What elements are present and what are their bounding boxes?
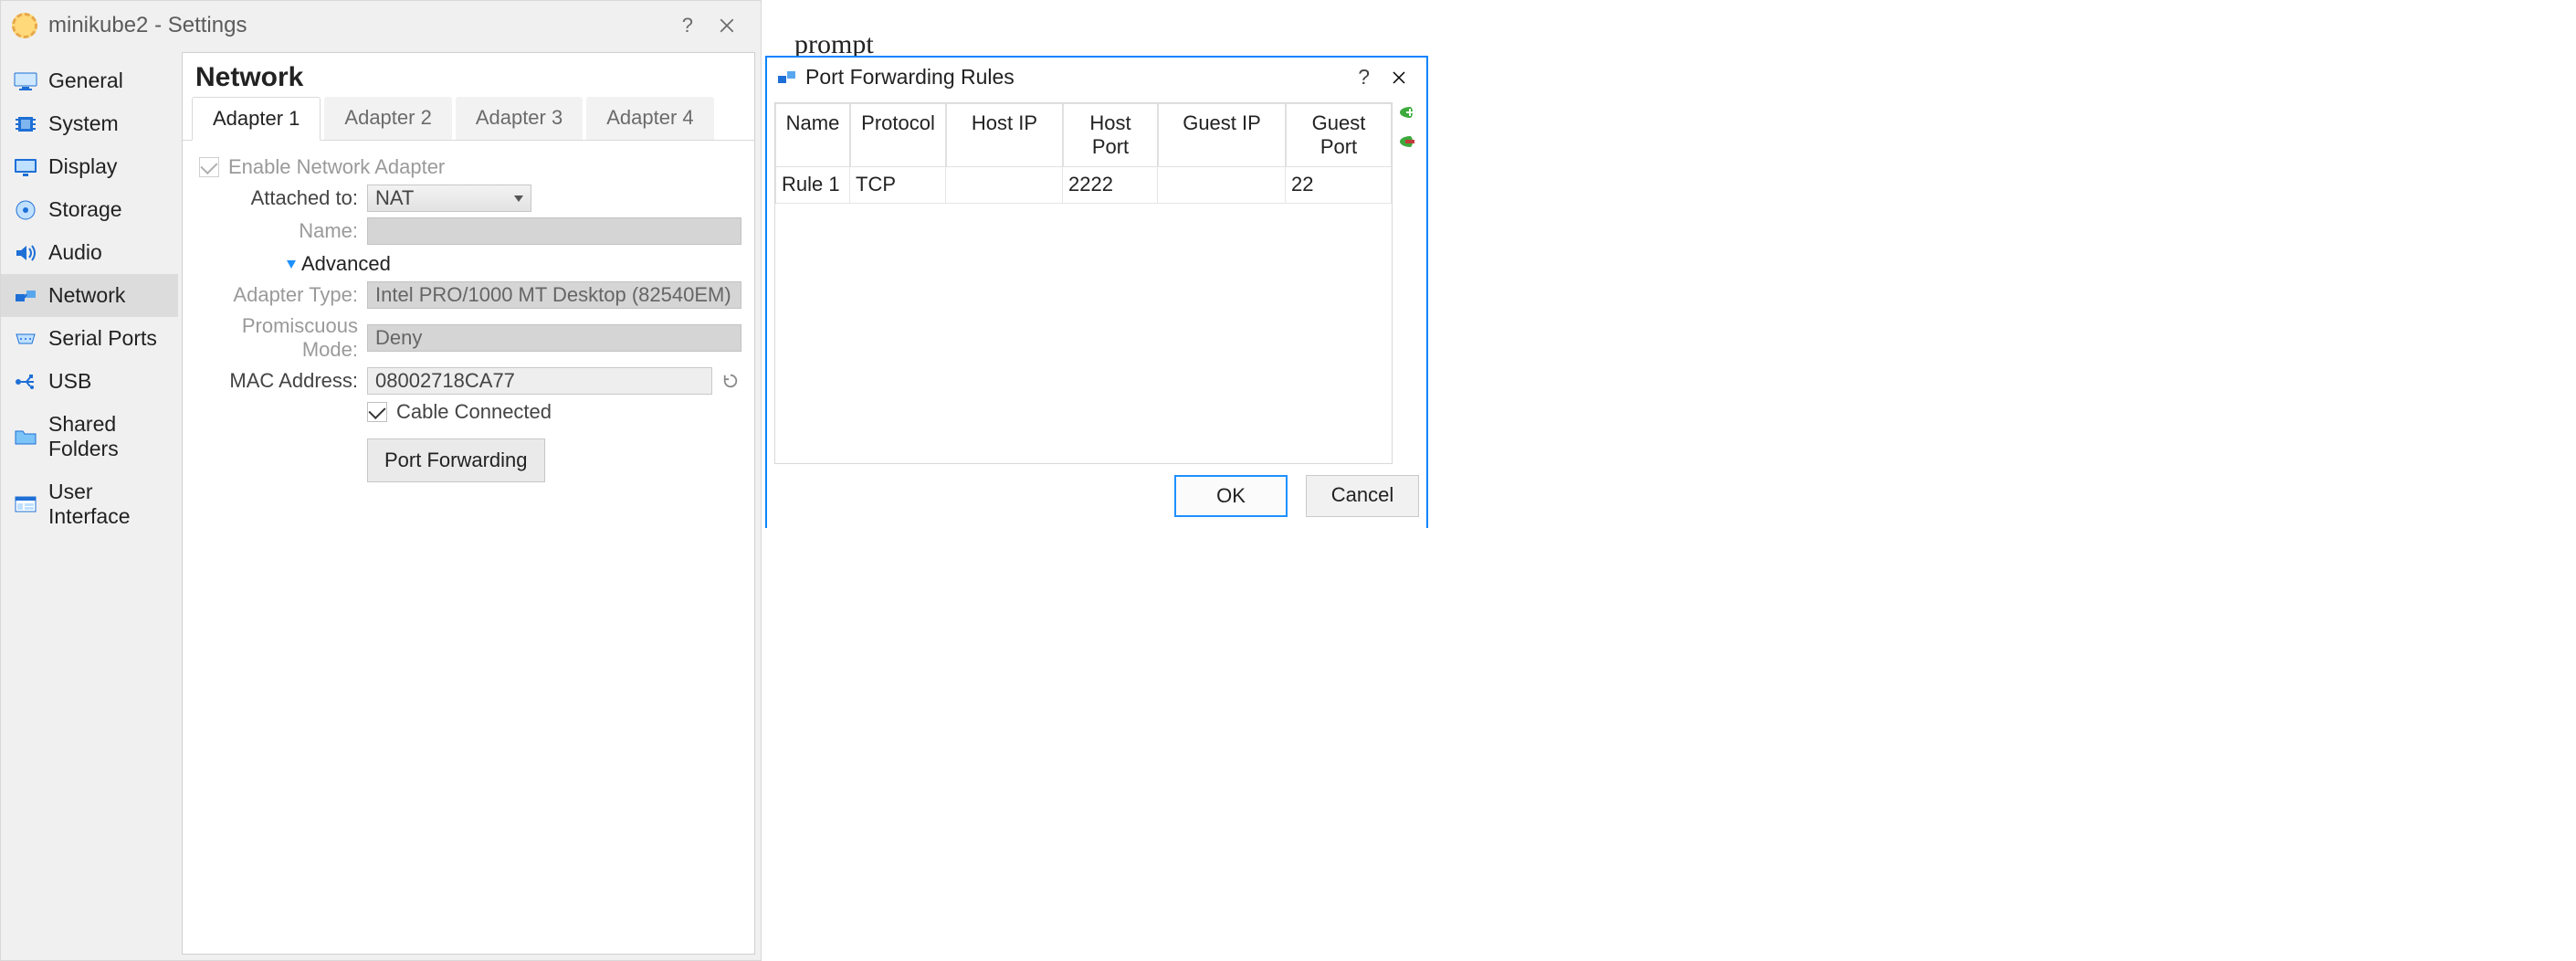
pf-col-guest-ip[interactable]: Guest IP (1158, 103, 1286, 167)
sidebar-item-network[interactable]: Network (1, 274, 178, 317)
sidebar-item-label: Storage (48, 197, 122, 222)
pf-table-header: Name Protocol Host IP Host Port Guest IP… (775, 103, 1392, 167)
attached-to-label: Attached to: (195, 186, 358, 210)
sidebar-item-label: USB (48, 369, 91, 394)
port-forwarding-window: Port Forwarding Rules ? Name Protocol Ho… (765, 56, 1428, 528)
chevron-down-icon (514, 195, 523, 202)
sidebar-item-label: Serial Ports (48, 326, 157, 351)
pf-cell-host-port[interactable]: 2222 (1063, 167, 1158, 204)
pf-cell-protocol[interactable]: TCP (850, 167, 946, 204)
folder-icon (14, 427, 37, 447)
adapter-type-dropdown: Intel PRO/1000 MT Desktop (82540EM) (367, 281, 741, 309)
settings-titlebar: minikube2 - Settings ? (1, 1, 761, 48)
pf-ok-button[interactable]: OK (1174, 475, 1288, 517)
promiscuous-mode-dropdown: Deny (367, 324, 741, 352)
pf-close-button[interactable] (1381, 70, 1417, 85)
advanced-toggle[interactable]: Advanced (287, 252, 741, 276)
pf-cell-host-ip[interactable] (946, 167, 1063, 204)
tab-adapter-3[interactable]: Adapter 3 (456, 97, 583, 140)
cable-connected-checkbox[interactable] (367, 402, 387, 422)
enable-adapter-checkbox[interactable] (199, 157, 219, 177)
chip-icon (14, 114, 37, 134)
adapter-tabs: Adapter 1 Adapter 2 Adapter 3 Adapter 4 (183, 97, 754, 141)
chevron-down-icon (287, 260, 296, 269)
tab-adapter-1[interactable]: Adapter 1 (192, 97, 321, 141)
ui-icon (14, 494, 37, 514)
settings-content: Network Adapter 1 Adapter 2 Adapter 3 Ad… (178, 52, 761, 960)
sidebar-item-general[interactable]: General (1, 59, 178, 102)
pf-remove-rule-button[interactable] (1400, 132, 1420, 152)
adapter-type-label: Adapter Type: (195, 283, 358, 307)
sidebar-item-display[interactable]: Display (1, 145, 178, 188)
sidebar-item-storage[interactable]: Storage (1, 188, 178, 231)
sidebar-item-label: Network (48, 283, 125, 308)
settings-sidebar: General System Display Storage (1, 52, 178, 960)
window-title: minikube2 - Settings (48, 13, 247, 38)
pf-col-protocol[interactable]: Protocol (850, 103, 946, 167)
serial-icon (14, 329, 37, 349)
sidebar-item-shared-folders[interactable]: Shared Folders (1, 403, 178, 470)
tab-adapter-4[interactable]: Adapter 4 (586, 97, 713, 140)
cable-connected-label: Cable Connected (396, 400, 552, 424)
help-button[interactable]: ? (669, 10, 706, 41)
sidebar-item-usb[interactable]: USB (1, 360, 178, 403)
tab-adapter-2[interactable]: Adapter 2 (324, 97, 451, 140)
pf-cell-guest-port[interactable]: 22 (1286, 167, 1392, 204)
network-window-icon (776, 67, 798, 89)
name-label: Name: (195, 219, 358, 243)
sidebar-item-label: General (48, 69, 123, 93)
attached-to-dropdown[interactable]: NAT (367, 185, 531, 212)
sidebar-item-audio[interactable]: Audio (1, 231, 178, 274)
sidebar-item-label: System (48, 111, 119, 136)
pf-help-button[interactable]: ? (1347, 65, 1381, 90)
sidebar-item-system[interactable]: System (1, 102, 178, 145)
gear-icon (12, 13, 37, 38)
pf-cancel-button[interactable]: Cancel (1306, 475, 1419, 517)
sidebar-item-label: Shared Folders (48, 412, 167, 461)
display-icon (14, 157, 37, 177)
promiscuous-mode-label: Promiscuous Mode: (195, 314, 358, 362)
disk-icon (14, 200, 37, 220)
pf-cell-guest-ip[interactable] (1158, 167, 1286, 204)
enable-adapter-label: Enable Network Adapter (228, 155, 445, 179)
mac-address-label: MAC Address: (195, 369, 358, 393)
attached-to-value: NAT (375, 186, 414, 210)
page-title: Network (183, 53, 754, 97)
sidebar-item-label: Audio (48, 240, 102, 265)
pf-col-name[interactable]: Name (775, 103, 850, 167)
close-button[interactable] (706, 14, 748, 37)
pf-col-guest-port[interactable]: Guest Port (1286, 103, 1392, 167)
pf-rules-table[interactable]: Name Protocol Host IP Host Port Guest IP… (774, 102, 1393, 464)
mac-address-field[interactable]: 08002718CA77 (367, 367, 712, 395)
monitor-icon (14, 71, 37, 91)
pf-col-host-ip[interactable]: Host IP (946, 103, 1063, 167)
pf-window-title: Port Forwarding Rules (805, 65, 1015, 90)
settings-window: minikube2 - Settings ? General System (0, 0, 762, 961)
audio-icon (14, 243, 37, 263)
usb-icon (14, 372, 37, 392)
refresh-mac-button[interactable] (720, 370, 741, 392)
advanced-label: Advanced (301, 252, 391, 276)
name-dropdown (367, 217, 741, 245)
pf-titlebar: Port Forwarding Rules ? (767, 58, 1426, 97)
network-icon (14, 286, 37, 306)
pf-col-host-port[interactable]: Host Port (1063, 103, 1158, 167)
sidebar-item-label: Display (48, 154, 117, 179)
sidebar-item-serial-ports[interactable]: Serial Ports (1, 317, 178, 360)
pf-table-row[interactable]: Rule 1 TCP 2222 22 (775, 167, 1392, 204)
sidebar-item-user-interface[interactable]: User Interface (1, 470, 178, 538)
pf-cell-name[interactable]: Rule 1 (775, 167, 850, 204)
port-forwarding-button[interactable]: Port Forwarding (367, 438, 545, 482)
sidebar-item-label: User Interface (48, 480, 167, 529)
pf-add-rule-button[interactable] (1400, 102, 1420, 122)
